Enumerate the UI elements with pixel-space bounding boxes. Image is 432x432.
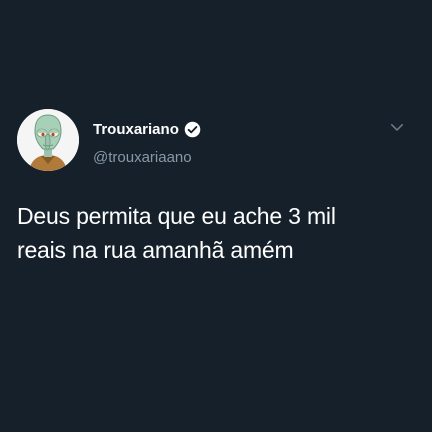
tweet-text-line: reais na rua amanhã amém [17, 237, 294, 263]
author-display-name[interactable]: Trouxariano [93, 121, 179, 138]
verified-badge-icon [184, 121, 201, 138]
author-name-row: Trouxariano [93, 119, 201, 139]
tweet-text-line: Deus permita que eu ache 3 mil [17, 203, 336, 229]
author-handle[interactable]: @trouxariaano [93, 149, 192, 166]
squidward-avatar-icon [17, 109, 79, 171]
avatar[interactable] [17, 109, 79, 171]
chevron-down-icon[interactable] [388, 118, 406, 136]
tweet-card: Trouxariano @trouxariaano Deus permita q… [0, 0, 432, 432]
tweet-text: Deus permita que eu ache 3 mil reais na … [17, 199, 417, 267]
